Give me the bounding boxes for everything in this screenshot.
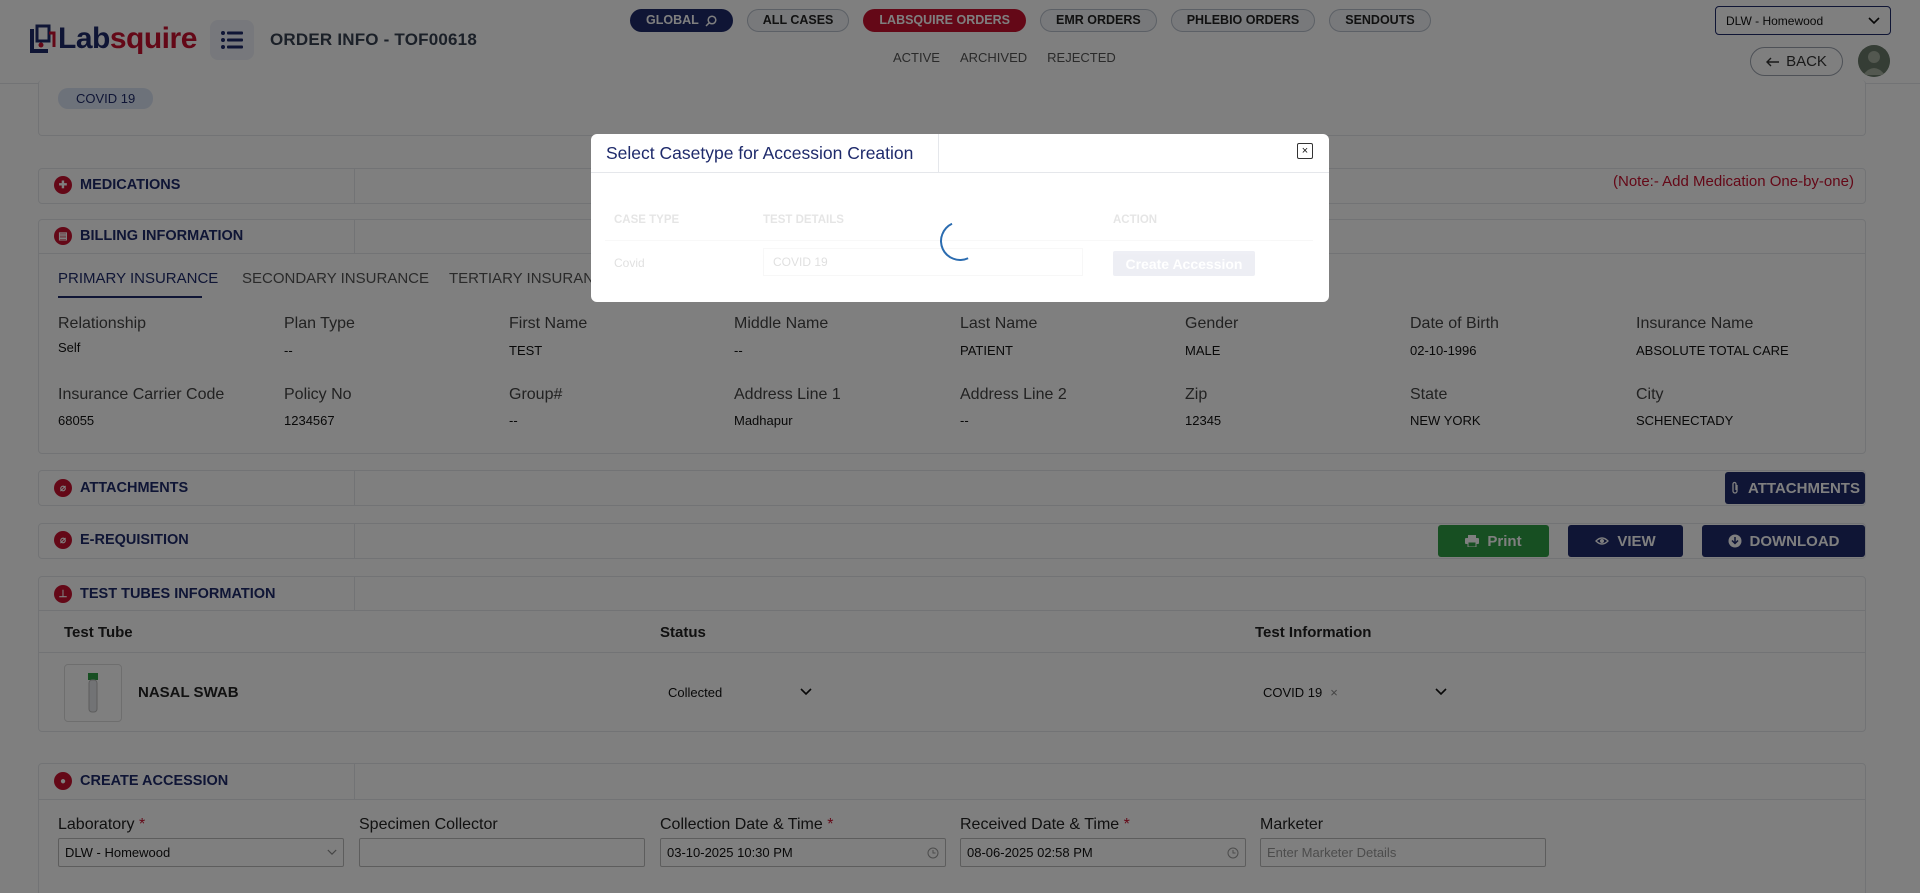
modal-case-type: Covid <box>614 256 645 270</box>
modal-column-case-type: CASE TYPE <box>614 214 680 226</box>
create-accession-button[interactable]: Create Accession <box>1113 251 1255 276</box>
modal-test-tag: COVID 19 <box>773 255 828 269</box>
modal-title: Select Casetype for Accession Creation <box>606 143 914 163</box>
close-icon[interactable]: × <box>1297 143 1313 159</box>
casetype-modal: Select Casetype for Accession Creation ×… <box>591 134 1329 302</box>
modal-column-action: ACTION <box>1113 214 1158 226</box>
modal-column-test-details: TEST DETAILS <box>763 214 844 226</box>
